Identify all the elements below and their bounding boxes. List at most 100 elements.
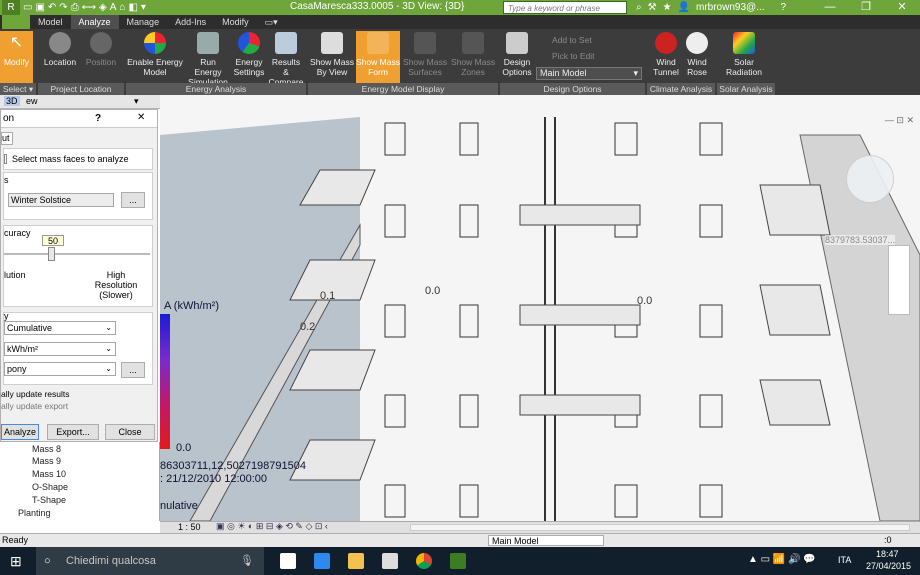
type-dropdown[interactable]: Cumulative ⌄ [4, 321, 116, 335]
position-icon [90, 32, 112, 54]
dialog-close-button[interactable]: ✕ [137, 112, 145, 123]
open-icon[interactable]: ▭ [23, 0, 32, 15]
store-icon[interactable] [382, 553, 398, 569]
location-label: Location [43, 57, 77, 67]
show-mass-surfaces-button[interactable]: Show Mass Surfaces [402, 31, 448, 83]
show-mass-form-button[interactable]: Show Mass Form [356, 31, 400, 83]
accuracy-slider-thumb[interactable] [48, 247, 55, 261]
save-icon[interactable]: ▣ [35, 0, 44, 15]
edge-icon[interactable] [314, 553, 330, 569]
system-tray-icons[interactable]: ▲ ▭ 📶 🔊 💬 [748, 554, 816, 565]
help-icon[interactable]: ? [781, 2, 787, 13]
view-window-controls[interactable]: — ⊡ ✕ [885, 115, 914, 126]
accuracy-slider[interactable] [4, 253, 150, 255]
view-3d-icon[interactable]: ⌂ [119, 0, 125, 15]
undo-icon[interactable]: ↶ [48, 0, 56, 15]
tab-add-ins[interactable]: Add-Ins [167, 15, 214, 29]
tree-item-mass-8[interactable]: Mass 8 [32, 444, 61, 454]
results-compare-button[interactable]: Results & Compare [268, 31, 304, 87]
search-input[interactable]: Type a keyword or phrase [503, 1, 627, 14]
panel-select[interactable]: Select ▾ [0, 83, 36, 95]
redo-icon[interactable]: ↷ [59, 0, 67, 15]
dialog-help-button[interactable]: ? [95, 113, 101, 124]
filter-count[interactable]: :0 [884, 535, 892, 545]
view-control-icons[interactable]: ▣ ◎ ☀ ◐ ⊞ ⊟ ◈ ⟲ ✎ ◇ ⊡ ‹ [216, 521, 328, 532]
revit-taskbar-icon[interactable] [450, 553, 466, 569]
view-dropdown-icon[interactable]: ▾ [134, 96, 139, 107]
tree-item-o-shape[interactable]: O-Shape [32, 482, 68, 492]
auto-update-export-checkbox[interactable]: ally update export [1, 401, 68, 411]
modify-button[interactable]: ↖ Modify [0, 31, 33, 83]
position-button[interactable]: Position [82, 31, 120, 83]
auto-update-results-checkbox[interactable]: ally update results [1, 389, 70, 399]
scale-label[interactable]: 1 : 50 [178, 522, 201, 532]
run-energy-simulation-button[interactable]: Run Energy Simulation [186, 31, 230, 87]
energy-settings-button[interactable]: Energy Settings [232, 31, 266, 83]
tree-item-mass-10[interactable]: Mass 10 [32, 469, 66, 479]
style-browse-button[interactable]: ... [121, 362, 145, 378]
tag-icon[interactable]: ◈ [99, 0, 107, 15]
show-mass-zones-button[interactable]: Show Mass Zones [450, 31, 496, 83]
close-button[interactable]: ✕ [884, 0, 920, 15]
date-browse-button[interactable]: ... [121, 192, 145, 208]
subscription-icon[interactable]: ⚒ [648, 2, 657, 13]
star-icon[interactable]: ★ [663, 2, 672, 13]
date-input[interactable]: Winter Solstice [8, 193, 114, 207]
file-explorer-icon[interactable] [348, 553, 364, 569]
ribbon-toggle-icon[interactable]: ▭▾ [257, 15, 286, 29]
chrome-icon[interactable] [416, 553, 432, 569]
close-dialog-button[interactable]: Close [105, 424, 155, 440]
clock-time[interactable]: 18:47 [876, 549, 899, 559]
chevron-down-icon: ▾ [633, 68, 638, 78]
unit-dropdown[interactable]: kWh/m² ⌄ [4, 342, 116, 356]
select-faces-checkbox[interactable] [4, 154, 7, 164]
user-icon[interactable]: 👤 [678, 2, 690, 13]
measure-icon[interactable]: ⟷ [82, 0, 96, 15]
tree-item-planting[interactable]: Planting [18, 508, 51, 518]
tab-analyze[interactable]: Analyze [70, 15, 119, 29]
main-model-dropdown[interactable]: Main Model ▾ [536, 67, 642, 80]
taskbar-search-input[interactable]: ○ Chiedimi qualcosa 🎙 [36, 547, 264, 575]
tree-item-mass-9[interactable]: Mass 9 [32, 456, 61, 466]
wind-rose-button[interactable]: Wind Rose [682, 31, 712, 83]
active-workset-dropdown[interactable]: Main Model [488, 535, 604, 546]
quick-access-toolbar: R ▭ ▣ ↶ ↷ ⎙ ⟷ ◈ A ⌂ ◧ ▾ [0, 0, 146, 15]
language-indicator[interactable]: ITA [838, 555, 851, 565]
restore-button[interactable]: ❐ [848, 0, 884, 15]
user-name[interactable]: mrbrown93@... [696, 2, 765, 13]
binoculars-icon[interactable]: ⌕ [636, 2, 642, 13]
file-tab[interactable] [2, 15, 30, 29]
wind-tunnel-button[interactable]: Wind Tunnel [650, 31, 682, 83]
text-icon[interactable]: A [110, 0, 117, 15]
design-options-button[interactable]: Design Options [500, 31, 534, 83]
style-value: pony [7, 364, 27, 374]
task-view-icon[interactable] [280, 553, 296, 569]
pick-to-edit-button[interactable]: Pick to Edit [538, 49, 638, 63]
minimize-button[interactable]: — [812, 0, 848, 15]
section-icon[interactable]: ◧ [128, 0, 137, 15]
enable-energy-model-button[interactable]: Enable Energy Model [126, 31, 184, 83]
export-button[interactable]: Export... [47, 424, 99, 440]
tab-model[interactable]: Model [30, 15, 71, 29]
print-icon[interactable]: ⎙ [71, 0, 79, 15]
dialog-tab[interactable]: ut [1, 132, 13, 145]
view-3d-canvas[interactable]: 0.0 0.1 0.2 0.0 A (kWh/m²) 0.0 86303711,… [160, 95, 920, 521]
app-menu-icon[interactable]: R [2, 0, 20, 15]
tree-item-t-shape[interactable]: T-Shape [32, 495, 66, 505]
view-title[interactable]: 3D [4, 96, 20, 106]
show-mass-by-view-button[interactable]: Show Mass By View [310, 31, 354, 83]
navigation-bar[interactable] [888, 245, 910, 315]
show-mass-by-view-label: Show Mass By View [310, 57, 354, 77]
tab-modify[interactable]: Modify [214, 15, 257, 29]
analyze-button[interactable]: Analyze [1, 424, 39, 440]
windows-start-icon[interactable]: ⊞ [10, 553, 22, 570]
solar-radiation-button[interactable]: Solar Radiation [716, 31, 772, 83]
viewcube[interactable] [846, 155, 894, 203]
style-dropdown[interactable]: pony ⌄ [4, 362, 116, 376]
location-button[interactable]: Location [40, 31, 80, 83]
view-value-label: 0.1 [320, 290, 336, 302]
tab-manage[interactable]: Manage [119, 15, 168, 29]
horizontal-scrollbar[interactable] [410, 524, 910, 531]
qat-dropdown-icon[interactable]: ▾ [141, 0, 146, 15]
clock-date[interactable]: 27/04/2015 [866, 561, 911, 571]
